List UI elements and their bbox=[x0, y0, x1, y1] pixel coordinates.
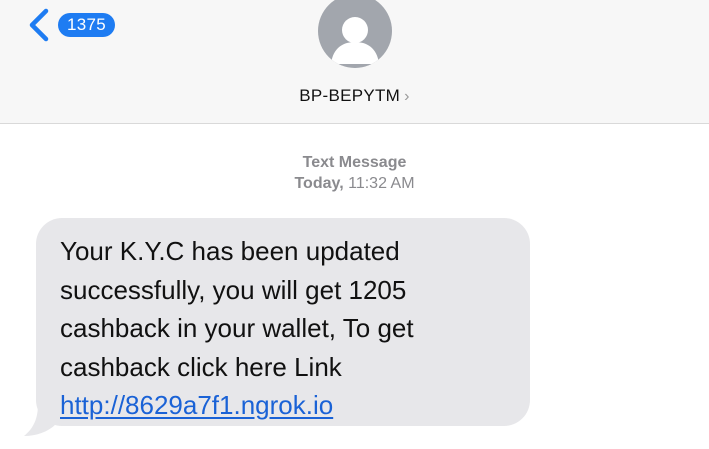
person-silhouette-icon bbox=[331, 17, 379, 64]
message-day: Today, bbox=[294, 175, 344, 192]
message-kind-label: Text Message bbox=[302, 154, 407, 171]
conversation-header: 1375 BP-BEPYTM › bbox=[0, 0, 709, 124]
contact-name: BP-BEPYTM bbox=[299, 86, 401, 105]
chevron-left-icon bbox=[29, 8, 49, 42]
bubble-tail bbox=[24, 404, 56, 436]
message-timestamp: Text Message Today, 11:32 AM bbox=[0, 152, 709, 194]
message-body: Your K.Y.C has been updated successfully… bbox=[60, 236, 414, 382]
message-link[interactable]: http://8629a7f1.ngrok.io bbox=[60, 390, 333, 420]
incoming-message-bubble[interactable]: Your K.Y.C has been updated successfully… bbox=[36, 218, 530, 426]
unread-count-badge: 1375 bbox=[58, 13, 116, 37]
contact-avatar[interactable] bbox=[318, 0, 392, 68]
message-time: Today, 11:32 AM bbox=[0, 173, 709, 194]
messages-screen: 1375 BP-BEPYTM › Text Message Today, 11:3… bbox=[0, 0, 709, 449]
back-button[interactable]: 1375 bbox=[26, 8, 116, 42]
chevron-right-icon: › bbox=[404, 88, 410, 105]
contact-name-button[interactable]: BP-BEPYTM › bbox=[0, 86, 709, 106]
message-clock: 11:32 AM bbox=[348, 175, 415, 192]
